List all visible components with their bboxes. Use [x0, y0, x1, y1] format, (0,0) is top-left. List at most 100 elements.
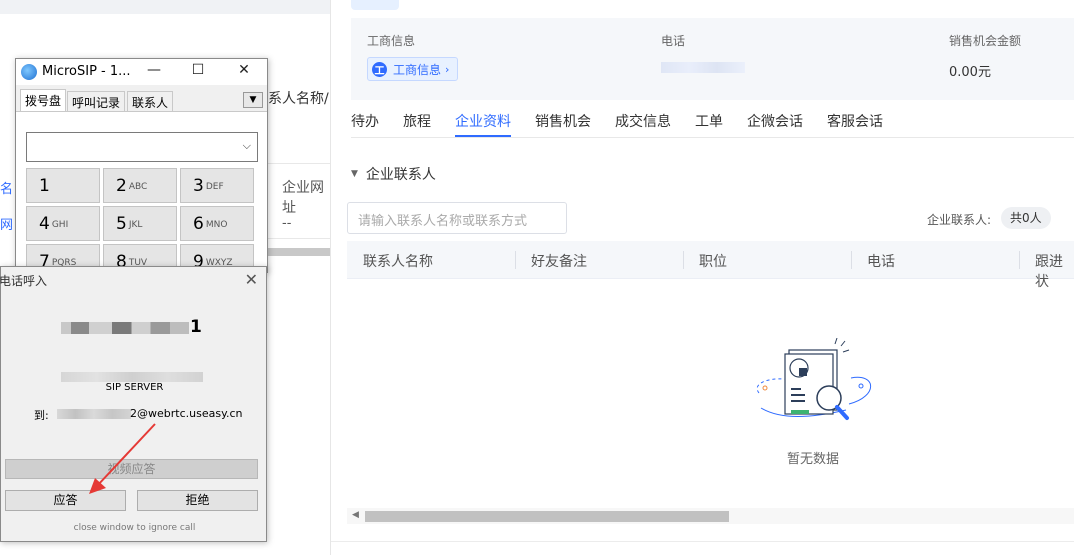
reject-button[interactable]: 拒绝 — [137, 490, 258, 511]
contact-count-label: 企业联系人: — [927, 213, 992, 227]
tab-journey[interactable]: 旅程 — [403, 111, 431, 131]
th-phone: 电话 — [867, 254, 895, 270]
dial-key-6[interactable]: 6 MNO — [180, 206, 254, 241]
tab-sales-opportunity[interactable]: 销售机会 — [535, 111, 591, 131]
tab-service-chat[interactable]: 客服会话 — [827, 111, 883, 131]
microsip-tabs: 拨号盘 呼叫记录 联系人 ▼ — [16, 87, 267, 111]
empty-state-text: 暂无数据 — [787, 452, 840, 467]
top-tag — [351, 0, 399, 10]
bottom-divider — [331, 541, 1074, 542]
key-letters: MNO — [205, 220, 228, 230]
contacts-section-toggle[interactable]: ▼ 企业联系人 — [351, 164, 436, 184]
key-digit: 3 — [193, 175, 204, 196]
column-divider — [1019, 251, 1020, 269]
key-digit: 5 — [116, 213, 127, 234]
amount-label: 销售机会金额 — [949, 34, 1022, 48]
caret-down-icon: ▼ — [351, 169, 358, 179]
key-digit: 6 — [193, 213, 204, 234]
contacts-table-header: 联系人名称 好友备注 职位 电话 跟进状 — [347, 241, 1074, 290]
caller-number: 1 — [61, 317, 202, 337]
incoming-call-dialog: 电话呼入 ✕ 1 SIP SERVER 到: 2@webrtc.useasy.c… — [0, 266, 267, 542]
close-icon[interactable]: ✕ — [245, 270, 258, 289]
th-follow-status: 跟进状 — [1035, 254, 1063, 290]
background-cell-value: -- — [282, 216, 292, 231]
column-divider — [851, 251, 852, 269]
key-digit: 4 — [39, 213, 50, 234]
biz-info-icon: 工 — [372, 61, 387, 77]
info-summary: 工商信息 工 工商信息 › 电话 销售机会金额 0.00元 — [351, 18, 1074, 100]
dial-key-4[interactable]: 4 GHI — [26, 206, 100, 241]
section-title: 企业联系人 — [365, 167, 436, 183]
tab-deal-info[interactable]: 成交信息 — [615, 111, 671, 131]
column-divider — [515, 251, 516, 269]
dial-key-5[interactable]: 5 JKL — [103, 206, 177, 241]
ignore-hint: close window to ignore call — [73, 523, 196, 533]
incoming-call-title: 电话呼入 — [0, 274, 48, 288]
microsip-window: MicroSIP - 1... — ☐ ✕ 拨号盘 呼叫记录 联系人 ▼ ⌵ 1… — [15, 58, 268, 273]
microsip-title: MicroSIP - 1... — [42, 64, 131, 79]
biz-info-button[interactable]: 工 工商信息 › — [367, 57, 459, 81]
chevron-down-icon[interactable]: ⌵ — [243, 139, 251, 153]
to-address-redacted — [57, 409, 131, 419]
th-friend-note: 好友备注 — [531, 254, 587, 270]
contact-search-input[interactable]: 请输入联系人名称或联系方式 — [347, 202, 567, 234]
tab-contacts[interactable]: 联系人 — [127, 91, 174, 111]
background-scrollbar[interactable] — [268, 248, 330, 256]
caller-number-last-digit: 1 — [190, 317, 202, 337]
tab-ticket[interactable]: 工单 — [695, 111, 723, 131]
detail-tabs: 待办 旅程 企业资料 销售机会 成交信息 工单 企微会话 客服会话 — [351, 100, 1074, 138]
key-letters: ABC — [128, 182, 148, 192]
caller-number-redacted — [61, 322, 189, 334]
phone-value-redacted — [661, 62, 745, 73]
minimize-icon[interactable]: — — [144, 62, 164, 80]
dial-number-input[interactable]: ⌵ — [26, 132, 258, 162]
scroll-left-icon[interactable]: ◀ — [352, 510, 359, 520]
maximize-icon[interactable]: ☐ — [188, 62, 208, 80]
dial-key-1[interactable]: 1 — [26, 168, 100, 203]
video-answer-button[interactable]: 视频应答 — [5, 459, 258, 479]
microsip-titlebar[interactable]: MicroSIP - 1... — ☐ ✕ — [16, 59, 267, 85]
sip-server-label: SIP SERVER — [105, 382, 164, 393]
tab-company-profile[interactable]: 企业资料 — [455, 111, 511, 131]
contact-count-badge: 共0人 — [1001, 207, 1051, 229]
close-icon[interactable]: ✕ — [234, 62, 254, 80]
background-divider — [268, 238, 330, 239]
th-position: 职位 — [699, 254, 727, 270]
background-topbar — [0, 0, 330, 14]
amount-value: 0.00元 — [949, 65, 991, 80]
key-digit: 2 — [116, 175, 127, 196]
menu-dropdown-icon[interactable]: ▼ — [243, 92, 263, 108]
active-tab-indicator — [455, 135, 511, 137]
table-horizontal-scrollbar[interactable]: ◀ — [347, 508, 1074, 524]
phone-label: 电话 — [661, 34, 686, 48]
background-blue-fragment: 名 — [0, 182, 14, 197]
to-address: 2@webrtc.useasy.cn — [130, 407, 243, 420]
to-label: 到: — [34, 409, 49, 422]
key-digit: 1 — [39, 175, 50, 196]
background-link-fragment[interactable]: 网 — [0, 214, 13, 233]
microsip-app-icon — [21, 64, 37, 80]
customer-detail-panel: 工商信息 工 工商信息 › 电话 销售机会金额 0.00元 待办 旅程 企业资料… — [330, 0, 1074, 555]
empty-document-search-icon — [751, 337, 881, 433]
dial-key-3[interactable]: 3 DEF — [180, 168, 254, 203]
chevron-right-icon: › — [445, 62, 450, 76]
th-contact-name: 联系人名称 — [363, 254, 433, 270]
dial-key-2[interactable]: 2 ABC — [103, 168, 177, 203]
background-header-website: 企业网址 — [282, 180, 324, 216]
column-divider — [683, 251, 684, 269]
answer-button[interactable]: 应答 — [5, 490, 126, 511]
background-column-header: 系人名称/ — [268, 91, 329, 107]
key-letters: GHI — [51, 220, 69, 230]
server-name-redacted — [61, 372, 203, 382]
dialpad-panel: ⌵ 1 2 ABC 3 DEF 4 GHI 5 JKL 6 MNO 7 PQRS 8 TUV … — [16, 111, 267, 272]
tab-wecom-chat[interactable]: 企微会话 — [747, 111, 803, 131]
scrollbar-thumb[interactable] — [365, 511, 729, 522]
tab-todo[interactable]: 待办 — [351, 111, 379, 131]
background-divider — [268, 163, 330, 164]
biz-info-button-label: 工商信息 — [393, 62, 442, 77]
key-letters: DEF — [205, 182, 224, 192]
biz-info-label: 工商信息 — [367, 34, 416, 48]
key-letters: JKL — [128, 220, 143, 230]
tab-dialpad[interactable]: 拨号盘 — [20, 89, 67, 111]
tab-call-log[interactable]: 呼叫记录 — [67, 91, 126, 111]
